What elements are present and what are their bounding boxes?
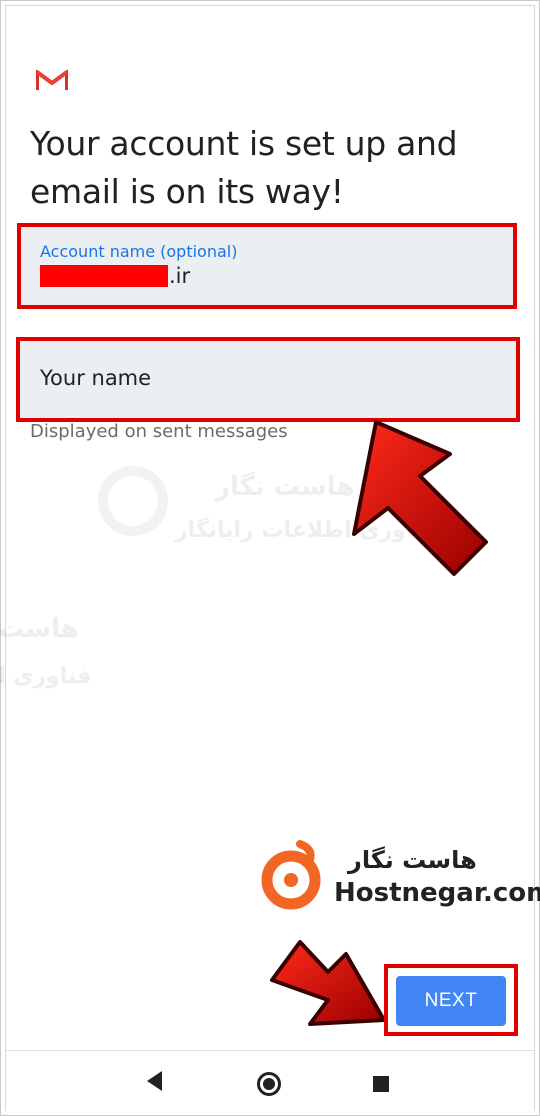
recents-icon[interactable] bbox=[372, 1075, 390, 1093]
watermark-text: هاست نگار bbox=[215, 472, 355, 502]
home-icon[interactable] bbox=[256, 1071, 282, 1097]
brand-name-en: Hostnegar.com bbox=[334, 878, 540, 908]
system-nav-bar bbox=[6, 1050, 534, 1111]
hostnegar-logo-icon bbox=[261, 840, 321, 910]
your-name-field[interactable]: Your name bbox=[20, 340, 516, 418]
your-name-helper-text: Displayed on sent messages bbox=[30, 421, 288, 442]
brand-name-fa: هاست نگار bbox=[348, 846, 477, 874]
account-name-field[interactable]: Account name (optional) .ir bbox=[20, 226, 514, 306]
back-icon[interactable] bbox=[144, 1069, 164, 1093]
gmail-logo-icon bbox=[36, 70, 68, 90]
page-title: Your account is set up and email is on i… bbox=[30, 124, 458, 211]
next-button[interactable]: NEXT bbox=[396, 976, 506, 1026]
account-name-suffix: .ir bbox=[169, 264, 191, 288]
watermark-logo-icon bbox=[98, 466, 168, 536]
watermark-text-edge: هاست bbox=[0, 614, 79, 644]
watermark-subtext-edge: فناوری ا bbox=[0, 664, 92, 689]
watermark-subtext: فناوری اطلاعات رایانگار bbox=[175, 518, 438, 543]
account-name-value[interactable]: .ir bbox=[40, 264, 190, 288]
your-name-placeholder: Your name bbox=[40, 366, 152, 390]
redaction-block bbox=[40, 265, 168, 287]
account-name-label: Account name (optional) bbox=[40, 242, 238, 261]
